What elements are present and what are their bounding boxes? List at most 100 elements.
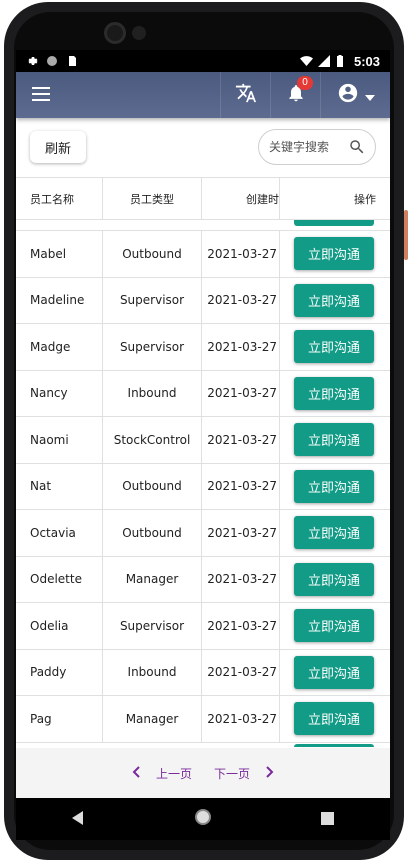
chat-now-button[interactable]: 立即沟通 [294, 609, 374, 643]
prev-page-button[interactable]: 上一页 [132, 765, 198, 782]
chat-now-button[interactable]: 立即沟通 [294, 562, 374, 596]
recents-button[interactable] [308, 799, 348, 839]
cell-action: 立即沟通 [280, 464, 390, 510]
cell-name: Pag [16, 696, 103, 742]
cell-created: 2021-03-27 [202, 370, 280, 416]
cell-action: 立即沟通 [280, 371, 390, 417]
search-icon[interactable] [347, 137, 367, 157]
cell-type: Supervisor [103, 324, 202, 370]
cell-name: Madeline [16, 277, 103, 323]
cell-action: 立即沟通 [280, 510, 390, 556]
cell-type: Inbound [103, 649, 202, 695]
chevron-right-icon [266, 765, 274, 781]
table-header: 员工名称 员工类型 创建时 操作 [16, 178, 390, 220]
chat-now-button[interactable]: 立即沟通 [294, 237, 374, 271]
battery-icon [336, 55, 348, 67]
table-row: Nat Outbound 2021-03-27 立即沟通 [16, 463, 390, 510]
account-menu-button[interactable] [320, 72, 390, 118]
home-button[interactable] [183, 799, 223, 839]
toolbar: 刷新 [16, 118, 390, 176]
table-row: Octavia Outbound 2021-03-27 立即沟通 [16, 510, 390, 557]
cell-name: Octavia [16, 510, 103, 556]
cell-name: Odelia [16, 603, 103, 649]
cell-type: Inbound [103, 370, 202, 416]
header-employee-name: 员工名称 [16, 178, 103, 220]
notifications-button[interactable]: 0 [270, 72, 320, 118]
table-row: Nancy Inbound 2021-03-27 立即沟通 [16, 370, 390, 417]
translate-icon [235, 82, 257, 108]
cell-name: Mabel [16, 231, 103, 277]
cell-type: Supervisor [103, 603, 202, 649]
cell-action: 立即沟通 [280, 231, 390, 277]
cell-type: Outbound [103, 510, 202, 556]
cell-created: 2021-03-27 [202, 417, 280, 463]
cell-action: 立即沟通 [280, 417, 390, 463]
table-row: Mabel Outbound 2021-03-27 立即沟通 [16, 231, 390, 278]
cell-type: StockControl [103, 417, 202, 463]
chat-now-button[interactable]: 立即沟通 [294, 469, 374, 503]
sd-card-icon [66, 55, 78, 67]
table-row: Naomi StockControl 2021-03-27 立即沟通 [16, 417, 390, 464]
caret-down-icon [364, 86, 375, 105]
account-circle-icon [337, 82, 359, 108]
chat-now-button[interactable]: 立即沟通 [294, 283, 374, 317]
chat-now-button[interactable]: 立即沟通 [294, 376, 374, 410]
cell-name: Naomi [16, 417, 103, 463]
table-row: Madeline Supervisor 2021-03-27 立即沟通 [16, 277, 390, 324]
cell-type: Manager [103, 696, 202, 742]
search-input[interactable] [269, 140, 345, 154]
table-row: Odelia Supervisor 2021-03-27 立即沟通 [16, 603, 390, 650]
notification-badge: 0 [297, 76, 313, 90]
cell-created: 2021-03-27 [202, 556, 280, 602]
cell-name: Nancy [16, 370, 103, 416]
chat-now-button[interactable]: 立即沟通 [294, 516, 374, 550]
header-created-time: 创建时 [202, 178, 280, 220]
cell-name: Paddy [16, 649, 103, 695]
menu-button[interactable] [16, 72, 66, 118]
translate-button[interactable] [220, 72, 270, 118]
next-page-label: 下一页 [214, 766, 251, 781]
cell-created: 2021-03-27 [202, 649, 280, 695]
table-row: Madge Supervisor 2021-03-27 立即沟通 [16, 324, 390, 371]
prev-page-label: 上一页 [155, 766, 192, 781]
cell-created: 2021-03-27 [202, 603, 280, 649]
front-camera [104, 22, 126, 44]
cell-created: 2021-03-27 [202, 463, 280, 509]
app-bar: 0 [16, 72, 390, 118]
header-employee-type: 员工类型 [103, 178, 202, 220]
cell-action: 立即沟通 [280, 324, 390, 370]
chat-now-button[interactable]: 立即沟通 [294, 702, 374, 736]
cell-created: 2021-03-27 [202, 324, 280, 370]
partial-chat-button-bottom [294, 744, 374, 747]
chat-now-button[interactable]: 立即沟通 [294, 330, 374, 364]
chat-now-button[interactable]: 立即沟通 [294, 423, 374, 457]
home-circle-icon [194, 808, 212, 830]
cell-name: Madge [16, 324, 103, 370]
table-row: Odelette Manager 2021-03-27 立即沟通 [16, 556, 390, 603]
signal-icon [317, 55, 330, 67]
back-button[interactable] [58, 799, 98, 839]
pagination: 上一页 下一页 [16, 748, 390, 798]
system-nav-bar [16, 798, 390, 840]
recents-square-icon [321, 810, 335, 829]
wifi-icon [299, 55, 313, 67]
table-row: Pag Manager 2021-03-27 立即沟通 [16, 696, 390, 743]
back-triangle-icon [72, 810, 84, 829]
cell-name: Odelette [16, 556, 103, 602]
cell-action: 立即沟通 [280, 650, 390, 696]
table-row: Paddy Inbound 2021-03-27 立即沟通 [16, 649, 390, 696]
status-bar: 5:03 [16, 50, 390, 72]
cell-created: 2021-03-27 [202, 696, 280, 742]
cell-type: Manager [103, 556, 202, 602]
cell-name: Nat [16, 463, 103, 509]
cell-action: 立即沟通 [280, 278, 390, 324]
header-actions: 操作 [354, 193, 376, 206]
cell-action: 立即沟通 [280, 603, 390, 649]
partial-chat-button-top [294, 220, 374, 226]
next-page-button[interactable]: 下一页 [208, 765, 274, 782]
cell-type: Outbound [103, 231, 202, 277]
cell-type: Supervisor [103, 277, 202, 323]
hamburger-menu-icon [32, 86, 50, 105]
refresh-button[interactable]: 刷新 [30, 131, 86, 163]
chat-now-button[interactable]: 立即沟通 [294, 655, 374, 689]
